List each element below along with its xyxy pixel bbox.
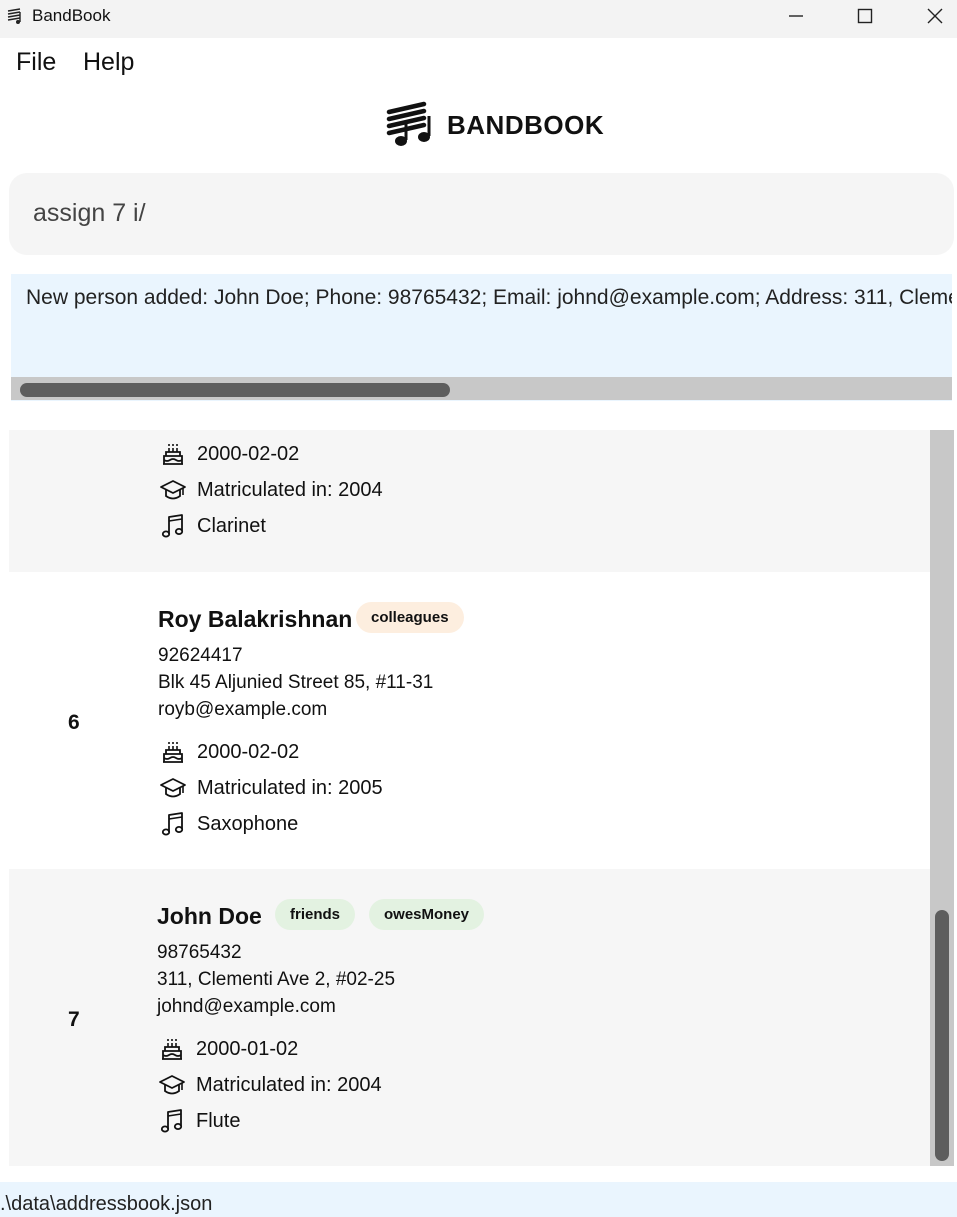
person-birthday: 2000-01-02 [196, 1038, 299, 1060]
person-index: 6 [68, 711, 80, 734]
list-vertical-scrollbar[interactable] [930, 430, 954, 1166]
command-input[interactable] [33, 199, 913, 228]
birthday-cake-icon [163, 742, 183, 763]
person-instrument: Clarinet [197, 515, 266, 537]
maximize-button[interactable] [830, 0, 900, 32]
logo-text: BANDBOOK [447, 110, 605, 140]
graduation-cap-icon [159, 1075, 185, 1095]
tag-owesmoney: owesMoney [369, 899, 485, 930]
graduation-cap-icon [160, 778, 186, 798]
result-horizontal-scrollbar[interactable] [11, 377, 952, 400]
minimize-icon [789, 15, 803, 17]
birthday-cake-icon [163, 444, 183, 465]
person-email: johnd@example.com [157, 996, 336, 1017]
close-icon [927, 8, 943, 24]
person-name: Roy Balakrishnan [158, 606, 353, 632]
person-matriculation: Matriculated in: 2004 [197, 479, 383, 501]
save-file-path: .\data\addressbook.json [0, 1193, 213, 1215]
person-index: 5 [68, 430, 80, 432]
command-box [9, 173, 954, 255]
result-scrollbar-thumb[interactable] [20, 383, 450, 397]
status-bar: .\data\addressbook.json [0, 1182, 957, 1217]
menu-bar: File Help [0, 38, 957, 88]
result-text: New person added: John Doe; Phone: 98765… [26, 286, 952, 309]
person-address: Blk 45 Aljunied Street 85, #11-31 [158, 672, 434, 693]
music-note-icon [161, 514, 184, 538]
person-instrument: Saxophone [197, 813, 299, 835]
close-button[interactable] [900, 0, 957, 32]
maximize-icon [857, 8, 873, 24]
result-display: New person added: John Doe; Phone: 98765… [11, 274, 952, 401]
person-matriculation: Matriculated in: 2005 [197, 777, 383, 799]
person-birthday: 2000-02-02 [197, 443, 300, 465]
music-note-icon [161, 812, 184, 836]
person-matriculation: Matriculated in: 2004 [196, 1074, 382, 1096]
person-birthday: 2000-02-02 [197, 741, 300, 763]
tag-colleagues: colleagues [356, 602, 464, 633]
person-phone: 92624417 [158, 645, 243, 666]
person-instrument: Flute [196, 1110, 241, 1132]
music-staff-logo-icon [386, 101, 431, 146]
birthday-cake-icon [162, 1039, 182, 1060]
minimize-button[interactable] [761, 0, 831, 32]
bandbook-logo-icon [7, 8, 21, 24]
person-list: 5 2000-02-02 Matriculated in: 2004 Clari… [9, 430, 930, 1166]
person-name: John Doe [157, 903, 262, 929]
graduation-cap-icon [160, 480, 186, 500]
tag-friends: friends [275, 899, 356, 930]
person-index: 7 [68, 1008, 80, 1031]
person-card[interactable]: 5 2000-02-02 Matriculated in: 2004 Clari… [9, 430, 930, 572]
menu-help[interactable]: Help [83, 48, 134, 77]
list-scrollbar-thumb[interactable] [935, 910, 949, 1161]
title-bar: BandBook [0, 0, 957, 38]
person-email: royb@example.com [158, 699, 328, 720]
person-card[interactable]: 7 John Doe friends owesMoney 98765432 31… [9, 869, 930, 1166]
person-phone: 98765432 [157, 942, 242, 963]
music-note-icon [160, 1109, 183, 1133]
person-address: 311, Clementi Ave 2, #02-25 [157, 969, 396, 990]
menu-file[interactable]: File [16, 48, 56, 77]
window-title: BandBook [32, 6, 111, 25]
person-card[interactable]: 6 Roy Balakrishnan colleagues 92624417 B… [9, 572, 930, 869]
